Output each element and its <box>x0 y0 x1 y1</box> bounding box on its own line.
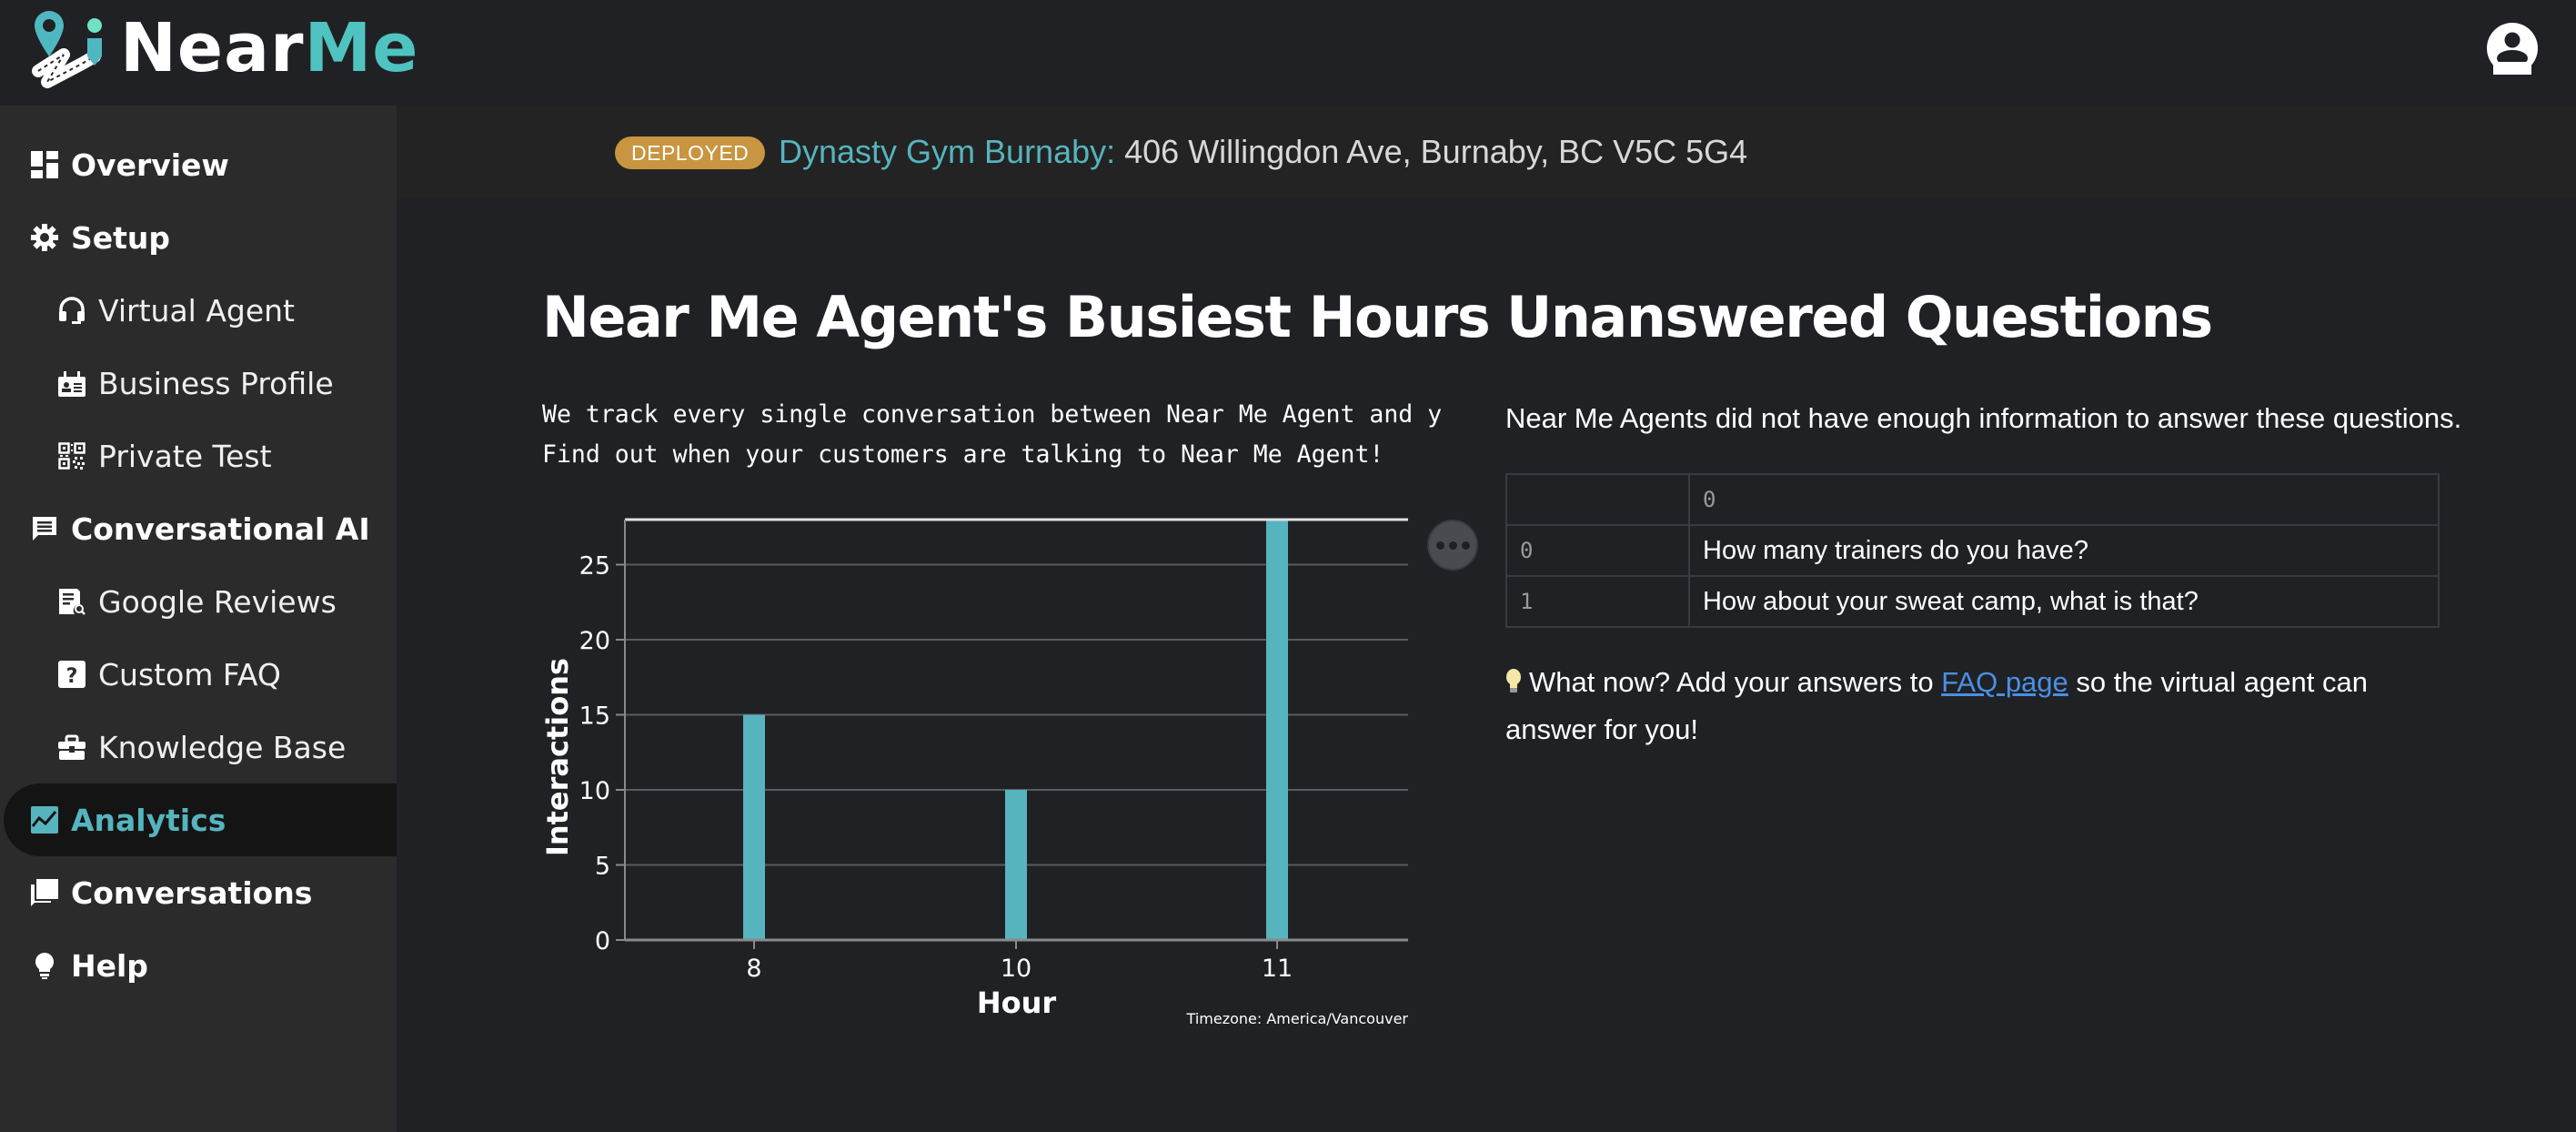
y-tick-label: 5 <box>595 853 610 881</box>
y-axis-title: Interactions <box>540 658 575 856</box>
sidebar-item-business-profile[interactable]: Business Profile <box>0 347 397 419</box>
qr-code-icon <box>58 442 86 470</box>
logo-pin-road-icon <box>32 11 102 88</box>
sidebar-item-help[interactable]: Help <box>0 929 397 1002</box>
nearme-logo[interactable]: NearMe <box>27 7 418 89</box>
row-question: How about your sweat camp, what is that? <box>1688 575 2440 628</box>
sidebar-item-google-reviews[interactable]: Google Reviews <box>0 565 397 638</box>
table-header-index <box>1505 473 1690 526</box>
account-circle-icon[interactable] <box>2486 22 2539 75</box>
sidebar-item-analytics[interactable]: Analytics <box>4 783 397 856</box>
sidebar-item-label: Analytics <box>71 802 226 838</box>
business-location: Dynasty Gym Burnaby: 406 Willingdon Ave,… <box>779 129 1747 175</box>
briefcase-icon <box>58 733 86 761</box>
sidebar-item-label: Private Test <box>98 438 272 474</box>
sidebar-item-overview[interactable]: Overview <box>0 128 397 201</box>
logo-text-near: Near <box>120 9 305 87</box>
dashboard-icon <box>31 151 58 178</box>
business-name: Dynasty Gym Burnaby: <box>779 133 1116 170</box>
sidebar-item-label: Virtual Agent <box>98 292 295 328</box>
gear-icon <box>31 224 58 251</box>
sidebar-item-custom-faq[interactable]: ? Custom FAQ <box>0 638 397 711</box>
chart-menu-button[interactable] <box>1427 520 1478 571</box>
business-banner: DEPLOYED Dynasty Gym Burnaby: 406 Willin… <box>397 106 2576 198</box>
busiest-hours-title: Near Me Agent's Busiest Hours <box>542 284 1491 350</box>
status-badge: DEPLOYED <box>615 136 766 169</box>
y-tick-label: 20 <box>579 627 610 655</box>
row-index: 0 <box>1505 524 1690 577</box>
sidebar-item-knowledge-base[interactable]: Knowledge Base <box>0 711 397 783</box>
table-row: 0 How many trainers do you have? <box>1505 524 2440 577</box>
sidebar-item-label: Google Reviews <box>98 583 337 620</box>
headset-icon <box>58 297 86 324</box>
table-header-col: 0 <box>1688 473 2440 526</box>
sidebar-item-private-test[interactable]: Private Test <box>0 419 397 492</box>
busiest-description-line1: We track every single conversation betwe… <box>542 400 1443 429</box>
table-row: 1 How about your sweat camp, what is tha… <box>1505 575 2440 628</box>
sidebar-item-label: Setup <box>71 219 171 256</box>
x-tick-label: 11 <box>1262 955 1293 983</box>
y-tick-label: 15 <box>579 702 610 731</box>
unanswered-questions-table: 0 0 How many trainers do you have? 1 How… <box>1505 473 2440 628</box>
sidebar-item-conversational-ai[interactable]: Conversational AI <box>0 492 397 565</box>
top-bar: NearMe <box>0 0 2576 106</box>
sidebar-item-label: Overview <box>71 147 229 183</box>
sidebar-item-label: Help <box>71 947 148 984</box>
unanswered-description: Near Me Agents did not have enough infor… <box>1505 402 2462 434</box>
logo-text: NearMe <box>120 15 418 82</box>
sidebar-item-label: Conversational AI <box>71 510 370 547</box>
row-question: How many trainers do you have? <box>1688 524 2440 577</box>
x-tick-label: 10 <box>1001 955 1031 983</box>
y-tick-label: 10 <box>579 777 610 805</box>
faq-page-link[interactable]: FAQ page <box>1941 666 2068 698</box>
sidebar-item-virtual-agent[interactable]: Virtual Agent <box>0 274 397 347</box>
more-dot <box>1448 541 1457 550</box>
faq-tip: What now? Add your answers to FAQ page s… <box>1505 659 2451 753</box>
id-card-icon <box>58 369 86 397</box>
tip-prefix: What now? Add your answers to <box>1529 666 1942 698</box>
more-dot <box>1461 541 1470 550</box>
document-search-icon <box>58 588 86 615</box>
x-tick-label: 8 <box>746 955 761 983</box>
forum-icon <box>31 879 58 906</box>
sidebar-item-conversations[interactable]: Conversations <box>0 856 397 929</box>
lightbulb-emoji-icon <box>1506 669 1521 692</box>
sidebar: Overview Setup Virtual Agent Business Pr… <box>0 106 397 1132</box>
table-header-row: 0 <box>1505 473 2440 526</box>
svg-text:?: ? <box>66 665 78 688</box>
sidebar-item-label: Custom FAQ <box>98 656 281 692</box>
lightbulb-icon <box>31 952 58 979</box>
bar-hour-8 <box>743 714 765 940</box>
chart-icon <box>31 806 58 834</box>
business-address: 406 Willingdon Ave, Burnaby, BC V5C 5G4 <box>1115 133 1748 170</box>
sidebar-item-label: Conversations <box>71 874 313 911</box>
question-icon: ? <box>58 661 86 688</box>
sidebar-item-label: Knowledge Base <box>98 729 347 765</box>
row-index: 1 <box>1505 575 1690 628</box>
logo-text-me: Me <box>304 9 419 87</box>
x-axis-title: Hour <box>977 985 1057 1020</box>
y-tick-label: 25 <box>579 552 610 581</box>
sidebar-item-label: Business Profile <box>98 365 334 401</box>
chat-icon <box>31 515 58 542</box>
unanswered-title: Unanswered Questions <box>1506 284 2213 350</box>
bar-hour-11 <box>1266 520 1288 940</box>
more-horizontal-icon <box>1435 541 1444 550</box>
timezone-annotation: Timezone: America/Vancouver <box>1186 1010 1409 1027</box>
busiest-description-line2: Find out when your customers are talking… <box>542 440 1384 469</box>
bar-hour-10 <box>1005 790 1027 940</box>
sidebar-item-setup[interactable]: Setup <box>0 201 397 274</box>
y-tick-label: 0 <box>595 927 610 955</box>
